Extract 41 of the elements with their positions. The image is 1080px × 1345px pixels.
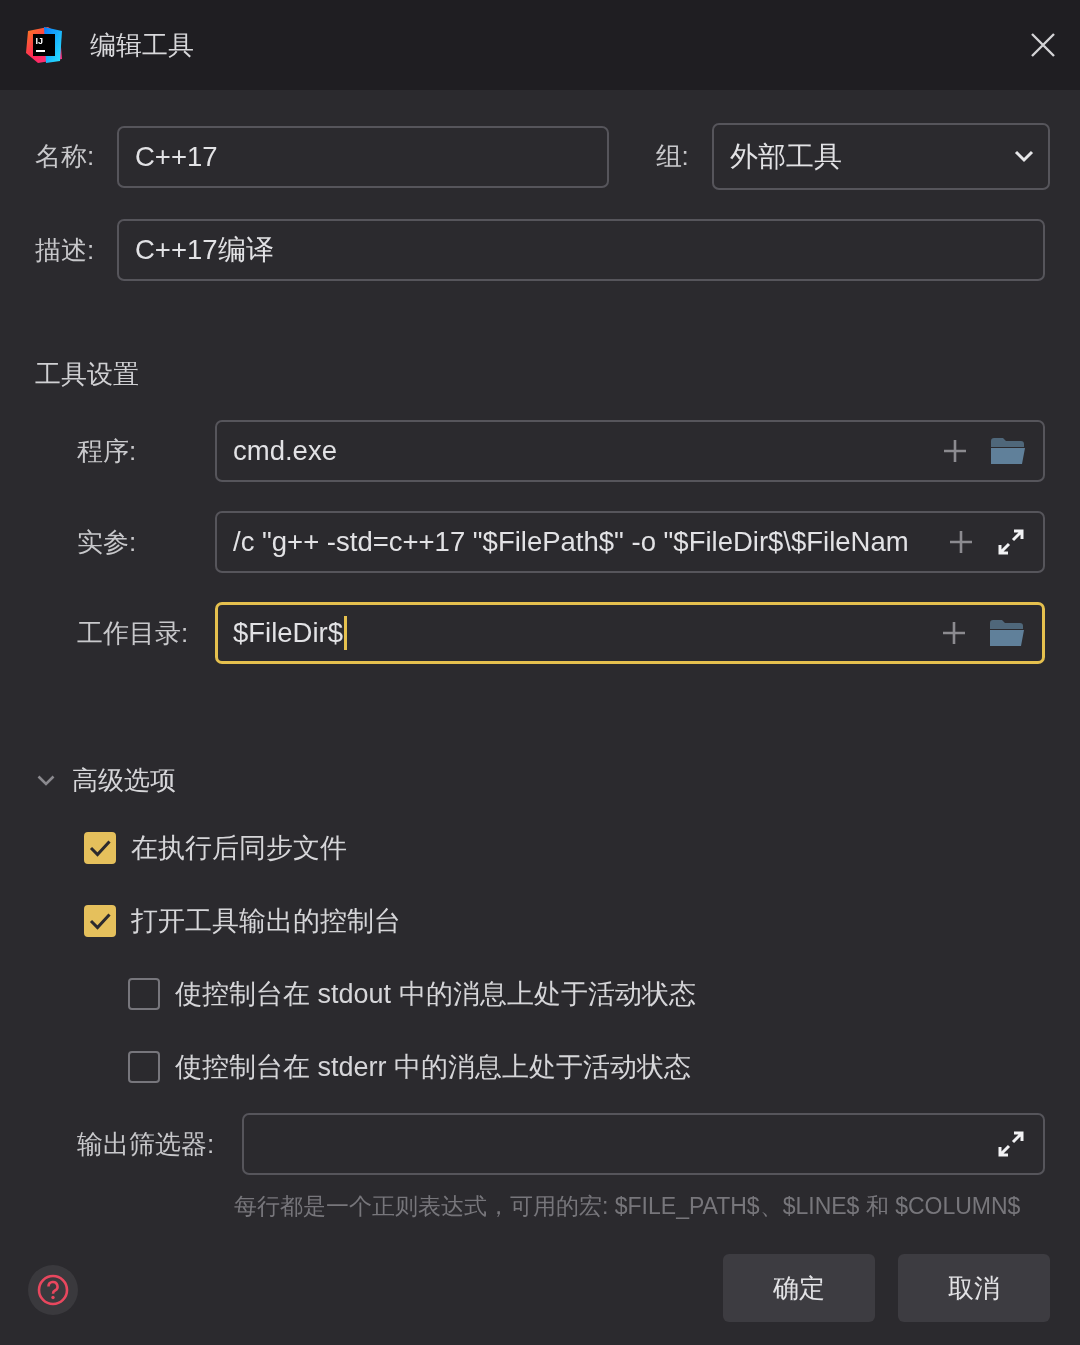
plus-icon[interactable] xyxy=(944,440,966,462)
dialog-button[interactable]: 取消 xyxy=(898,1254,1050,1322)
input-field[interactable]: /c "g++ -std=c++17 "$FilePath$" -o "$FileDir$\$FileNam xyxy=(215,511,1045,573)
field-label: 组: xyxy=(655,140,689,173)
field-label: 输出筛选器: xyxy=(77,1127,215,1161)
checkbox-label[interactable]: 在执行后同步文件 xyxy=(131,830,347,866)
input-field[interactable]: cmd.exe xyxy=(215,420,1045,482)
checkbox[interactable] xyxy=(128,1051,160,1083)
close-icon[interactable] xyxy=(1030,32,1056,58)
plus-icon[interactable] xyxy=(950,531,972,553)
checkbox-label[interactable]: 使控制台在 stderr 中的消息上处于活动状态 xyxy=(175,1049,692,1085)
folder-icon[interactable] xyxy=(990,620,1024,646)
field-label: 描述: xyxy=(35,233,95,267)
folder-icon[interactable] xyxy=(991,438,1025,464)
app-logo: IJ xyxy=(24,25,64,65)
plus-icon[interactable] xyxy=(943,622,965,644)
expand-icon[interactable] xyxy=(997,1130,1025,1158)
output-filter-field[interactable] xyxy=(242,1113,1045,1175)
group-dropdown[interactable]: 外部工具 xyxy=(711,123,1050,190)
field-label: 实参: xyxy=(77,525,137,559)
checkbox-label[interactable]: 打开工具输出的控制台 xyxy=(131,903,401,939)
window-title: 编辑工具 xyxy=(90,28,194,62)
expand-icon[interactable] xyxy=(997,528,1025,556)
dialog-button[interactable]: 确定 xyxy=(723,1254,875,1322)
text-cursor xyxy=(344,616,348,650)
checkbox[interactable] xyxy=(84,832,116,864)
help-icon xyxy=(37,1274,69,1306)
checkbox[interactable] xyxy=(84,905,116,937)
checkbox[interactable] xyxy=(128,978,160,1010)
chevron-down-icon xyxy=(1014,150,1034,163)
field-label: 程序: xyxy=(77,434,137,468)
field-label: 名称: xyxy=(35,140,95,173)
description-field[interactable]: C++17编译 xyxy=(117,219,1045,281)
section-title: 工具设置 xyxy=(35,358,139,391)
hint-text: 每行都是一个正则表达式，可用的宏: $FILE_PATH$、$LINE$ 和 $COLUMN$ xyxy=(234,1192,1021,1221)
checkbox-label[interactable]: 使控制台在 stdout 中的消息上处于活动状态 xyxy=(175,976,696,1012)
name-field[interactable]: C++17 xyxy=(117,125,609,188)
field-label: 工作目录: xyxy=(77,616,189,650)
help-button[interactable] xyxy=(28,1265,78,1315)
input-field[interactable]: $FileDir$ xyxy=(215,602,1045,664)
advanced-options-toggle[interactable]: 高级选项 xyxy=(35,763,176,798)
